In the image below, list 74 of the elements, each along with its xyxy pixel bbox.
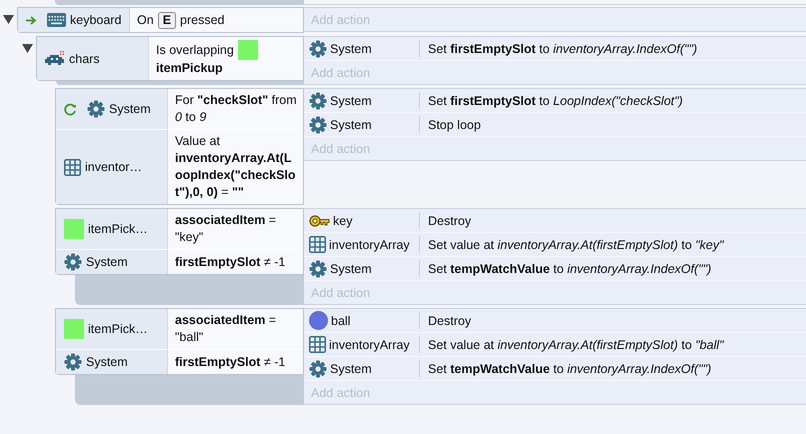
condition-cell[interactable]: Value at inventoryArray.At(LoopIndex("checkSlot"),0, 0) = "" <box>167 130 303 204</box>
key-icon <box>309 214 330 228</box>
grid-icon <box>309 336 326 353</box>
action-text: Destroy <box>427 214 472 228</box>
object-name: ball <box>331 314 350 328</box>
gear-icon <box>64 253 82 271</box>
object-name: chars <box>69 52 100 66</box>
object-name: keyboard <box>70 13 122 27</box>
condition-cell[interactable]: On E pressed <box>129 8 303 32</box>
action-text: Set tempWatchValue to inventoryArray.IndexOf("") <box>427 262 712 276</box>
condition-cell[interactable]: Is overlapping itemPickup <box>148 37 303 80</box>
gear-icon <box>64 353 82 371</box>
condition-text: associatedItem = "key" <box>175 212 278 246</box>
action-row[interactable]: inventoryArray Set value at inventoryArray.At(firstEmptySlot) to "ball" <box>304 333 806 357</box>
grid-icon <box>64 158 81 176</box>
gear-icon <box>309 260 327 278</box>
grid-icon <box>309 236 326 253</box>
condition-cell[interactable]: associatedItem = "key" <box>167 209 303 249</box>
condition-text: On <box>137 12 154 28</box>
ball-icon <box>309 311 328 330</box>
action-text: Stop loop <box>427 118 481 132</box>
action-text: Destroy <box>427 314 472 328</box>
action-row[interactable]: inventoryArray Set value at inventoryArray.At(firstEmptySlot) to "key" <box>304 233 806 257</box>
condition-text: pressed <box>180 12 225 28</box>
action-row[interactable]: System Set firstEmptySlot to inventoryArray.IndexOf("") <box>304 37 806 61</box>
object-name: System <box>330 362 372 376</box>
expand-toggle-icon[interactable] <box>3 15 14 24</box>
condition-text: firstEmptySlot ≠ -1 <box>175 254 286 270</box>
sprite-thumbnail-icon <box>64 219 84 239</box>
key-cap: E <box>158 12 176 28</box>
condition-text: associatedItem = "ball" <box>175 312 278 346</box>
action-row[interactable]: System Set tempWatchValue to inventoryArray.IndexOf("") <box>304 257 806 281</box>
gear-icon <box>309 92 327 110</box>
object-name: System <box>109 102 151 116</box>
condition-text: Value at inventoryArray.At(LoopIndex("checkSlot"),0, 0) = "" <box>175 133 297 201</box>
object-name: System <box>86 355 128 369</box>
gear-icon <box>309 40 327 58</box>
gear-icon <box>309 116 327 134</box>
sprite-thumbnail-icon <box>238 40 258 60</box>
action-text: Set firstEmptySlot to LoopIndex("checkSlot") <box>427 94 683 108</box>
action-row[interactable]: System Set firstEmptySlot to LoopIndex("checkSlot") <box>304 89 806 113</box>
condition-cell[interactable]: For "checkSlot" from 0 to 9 <box>167 89 303 129</box>
object-name: itemPick… <box>88 222 148 236</box>
space-invader-icon <box>45 50 65 66</box>
condition-cell[interactable]: firstEmptySlot ≠ -1 <box>167 350 303 374</box>
object-name: System <box>330 94 372 108</box>
expand-toggle-icon[interactable] <box>22 44 33 53</box>
keyboard-icon <box>47 13 66 27</box>
object-name: itemPick… <box>88 322 148 336</box>
action-text: Set tempWatchValue to inventoryArray.IndexOf("") <box>427 362 712 376</box>
action-row[interactable]: key Destroy <box>304 209 806 233</box>
object-name: System <box>330 118 372 132</box>
object-name: System <box>86 255 128 269</box>
condition-text: For "checkSlot" from 0 to 9 <box>175 92 297 126</box>
object-name: key <box>333 214 352 228</box>
condition-cell[interactable]: firstEmptySlot ≠ -1 <box>167 250 303 274</box>
condition-text: firstEmptySlot ≠ -1 <box>175 354 286 370</box>
action-text: Set value at inventoryArray.At(firstEmptySlot) to "ball" <box>427 338 724 352</box>
object-name: inventoryArray <box>329 338 410 352</box>
action-text: Set value at inventoryArray.At(firstEmptySlot) to "key" <box>427 238 724 252</box>
object-name: inventor… <box>85 160 142 174</box>
action-text: Set firstEmptySlot to inventoryArray.IndexOf("") <box>427 42 698 56</box>
gear-icon <box>87 100 105 118</box>
action-row[interactable]: System Set tempWatchValue to inventoryArray.IndexOf("") <box>304 357 806 381</box>
object-name: System <box>330 262 372 276</box>
sprite-thumbnail-icon <box>64 319 84 339</box>
action-row[interactable]: ball Destroy <box>304 309 806 333</box>
object-name: inventoryArray <box>329 238 410 252</box>
condition-cell[interactable]: associatedItem = "ball" <box>167 309 303 349</box>
gear-icon <box>309 360 327 378</box>
condition-text: itemPickup <box>156 60 223 77</box>
object-name: System <box>330 42 372 56</box>
action-row[interactable]: System Stop loop <box>304 113 806 137</box>
condition-text: Is overlapping <box>156 42 234 58</box>
